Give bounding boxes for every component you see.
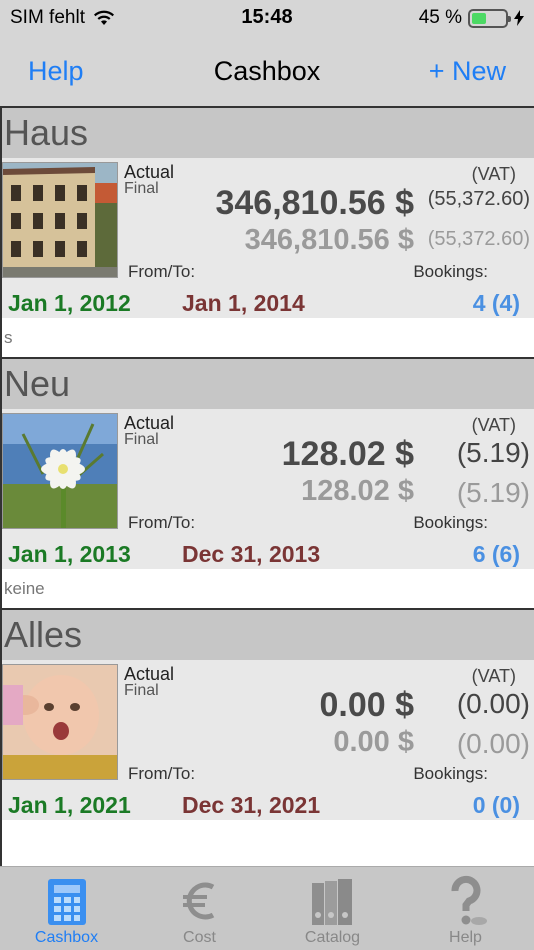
binders-icon <box>311 879 352 925</box>
tab-label: Catalog <box>304 929 361 946</box>
cashbox-card[interactable]: Actual Final (VAT) 346,810.56 $ (55,372.… <box>2 158 534 318</box>
tab-cost[interactable]: Cost <box>133 867 266 950</box>
vat-label: (VAT) <box>471 164 516 184</box>
section-note: s <box>4 328 13 347</box>
bookings-count: 0 (0) <box>472 792 520 818</box>
date-to: Dec 31, 2021 <box>182 792 321 818</box>
actual-vat: (5.19) <box>456 437 530 468</box>
date-to: Dec 31, 2013 <box>182 541 321 567</box>
cashbox-list[interactable]: Haus Actual Final (VAT) 346,810.56 $ (55… <box>0 106 534 866</box>
actual-amount: 128.02 $ <box>281 435 414 473</box>
cashbox-card[interactable]: Actual Final (VAT) 0.00 $ (0.00) 0.00 $ … <box>2 660 534 820</box>
new-button[interactable]: + New <box>429 56 506 87</box>
battery-icon <box>468 8 511 28</box>
final-amount: 128.02 $ <box>301 475 414 507</box>
status-bar: SIM fehlt 15:48 45 % <box>0 0 534 36</box>
charging-icon <box>514 10 524 26</box>
question-icon <box>451 876 487 925</box>
final-vat: (5.19) <box>456 477 530 508</box>
section-header: Alles <box>2 608 534 660</box>
tab-catalog[interactable]: Catalog <box>266 867 399 950</box>
bookings-label: Bookings: <box>413 513 488 532</box>
final-vat: (0.00) <box>456 728 530 759</box>
navigation-bar: Help Cashbox + New <box>0 36 534 106</box>
cashbox-card[interactable]: Actual Final (VAT) 128.02 $ (5.19) 128.0… <box>2 409 534 569</box>
actual-amount: 346,810.56 $ <box>215 184 414 222</box>
actual-amount: 0.00 $ <box>319 686 414 724</box>
cashbox-section: Haus Actual Final (VAT) 346,810.56 $ (55… <box>2 106 534 358</box>
date-from: Jan 1, 2021 <box>8 792 131 818</box>
tab-help[interactable]: Help <box>399 867 532 950</box>
final-amount: 346,810.56 $ <box>244 224 414 256</box>
battery-status: 45 % <box>419 7 524 29</box>
cashbox-section: Neu Actual Final (VAT) 128.02 $ (5.19) 1… <box>2 357 534 609</box>
final-label: Final <box>124 180 159 197</box>
euro-icon <box>182 882 214 920</box>
tab-bar: Cashbox Cost Catalog Help <box>0 866 534 950</box>
tab-cashbox[interactable]: Cashbox <box>0 867 133 950</box>
from-to-label: From/To: <box>128 262 196 281</box>
tab-label: Cashbox <box>34 929 99 946</box>
tab-label: Cost <box>183 929 216 946</box>
bookings-label: Bookings: <box>413 262 488 281</box>
section-note: keine <box>4 579 45 598</box>
section-header: Neu <box>2 357 534 409</box>
date-to: Jan 1, 2014 <box>182 290 305 316</box>
cashbox-section: Alles Actual Final (VAT) 0.00 $ (0.00) 0… <box>2 608 534 860</box>
date-from: Jan 1, 2012 <box>8 290 131 316</box>
flower-photo <box>2 413 118 529</box>
battery-percent: 45 % <box>418 7 462 28</box>
from-to-label: From/To: <box>128 513 196 532</box>
bookings-label: Bookings: <box>413 764 488 783</box>
final-vat: (55,372.60) <box>427 228 530 250</box>
final-label: Final <box>124 682 159 699</box>
date-from: Jan 1, 2013 <box>8 541 131 567</box>
section-header: Haus <box>2 106 534 158</box>
vat-label: (VAT) <box>471 415 516 435</box>
actual-vat: (55,372.60) <box>427 188 530 210</box>
battery-fill <box>472 12 487 24</box>
actual-vat: (0.00) <box>456 688 530 719</box>
from-to-label: From/To: <box>128 764 196 783</box>
building-photo <box>2 162 118 278</box>
bookings-count: 6 (6) <box>472 541 520 567</box>
cashbox-icon <box>47 879 86 925</box>
final-label: Final <box>124 431 159 448</box>
bookings-count: 4 (4) <box>472 290 520 316</box>
final-amount: 0.00 $ <box>333 726 414 758</box>
section-note <box>2 820 534 860</box>
tab-label: Help <box>449 929 482 946</box>
vat-label: (VAT) <box>471 666 516 686</box>
baby-photo <box>2 664 118 780</box>
